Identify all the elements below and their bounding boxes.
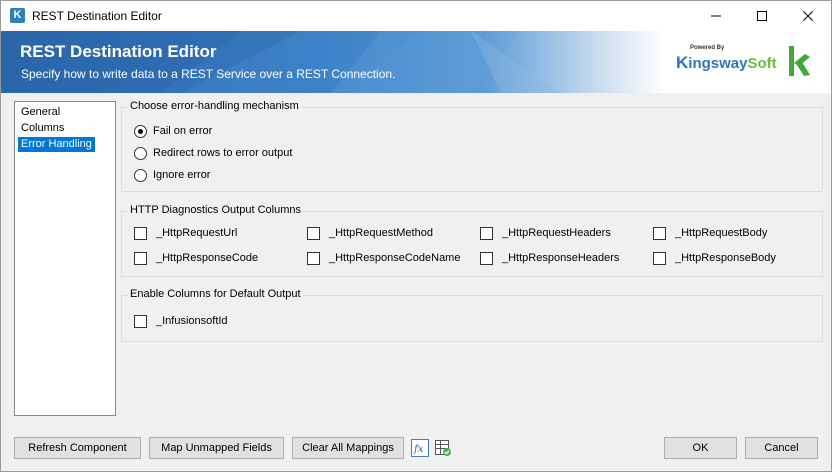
checkbox-label: _HttpResponseCode (156, 252, 259, 264)
checkbox[interactable] (134, 226, 147, 240)
cancel-button[interactable]: Cancel (745, 437, 818, 459)
checkbox[interactable] (653, 226, 666, 240)
radio-button-checked[interactable] (134, 124, 147, 138)
checkbox-label: _HttpResponseHeaders (502, 252, 620, 264)
minimize-icon (711, 15, 721, 17)
maximize-button[interactable] (739, 1, 785, 31)
radio-ignore-error[interactable]: Ignore error (134, 167, 210, 183)
ok-button[interactable]: OK (664, 437, 737, 459)
banner-title: REST Destination Editor (20, 42, 217, 61)
radio-redirect-rows[interactable]: Redirect rows to error output (134, 145, 292, 161)
kingswaysoft-k-icon (789, 46, 810, 76)
close-button[interactable] (785, 1, 831, 31)
banner-subtitle: Specify how to write data to a REST Serv… (21, 67, 396, 81)
variables-grid-icon[interactable] (434, 439, 452, 457)
error-handling-group-title: Choose error-handling mechanism (128, 100, 301, 112)
checkbox-label: _HttpRequestMethod (329, 227, 433, 239)
nav-item-columns[interactable]: Columns (18, 121, 67, 136)
radio-button[interactable] (134, 146, 147, 160)
checkbox-label: _HttpResponseCodeName (329, 252, 461, 264)
checkbox[interactable] (134, 251, 147, 265)
map-unmapped-fields-button[interactable]: Map Unmapped Fields (149, 437, 284, 459)
logo-powered-by: Powered By (690, 45, 725, 51)
checkbox-http-response-code[interactable]: _HttpResponseCode (134, 250, 258, 266)
checkbox-infusionsoft-id[interactable]: _InfusionsoftId (134, 313, 228, 329)
refresh-component-button[interactable]: Refresh Component (14, 437, 141, 459)
close-icon (803, 11, 813, 21)
checkbox-http-request-url[interactable]: _HttpRequestUrl (134, 225, 237, 241)
default-output-group-title: Enable Columns for Default Output (128, 288, 303, 300)
radio-label: Redirect rows to error output (153, 147, 293, 159)
header-banner: REST Destination Editor Specify how to w… (1, 31, 831, 93)
error-handling-group: Choose error-handling mechanism Fail on … (121, 100, 823, 192)
dialog-window: K REST Destination Editor REST Destinati… (0, 0, 832, 472)
http-diagnostics-group: HTTP Diagnostics Output Columns _HttpReq… (121, 204, 823, 277)
page-nav-list: General Columns Error Handling (14, 101, 116, 416)
maximize-icon (757, 11, 767, 21)
logo-wordmark: KingswaySoft (676, 53, 777, 72)
radio-button[interactable] (134, 168, 147, 182)
checkbox-label: _HttpRequestUrl (156, 227, 238, 239)
nav-item-error-handling[interactable]: Error Handling (18, 137, 95, 152)
checkbox-label: _InfusionsoftId (156, 315, 228, 327)
checkbox[interactable] (134, 314, 147, 328)
checkbox-http-request-body[interactable]: _HttpRequestBody (653, 225, 767, 241)
checkbox-label: _HttpResponseBody (675, 252, 776, 264)
checkbox[interactable] (653, 251, 666, 265)
kingswaysoft-app-icon: K (10, 8, 25, 23)
window-title: REST Destination Editor (32, 9, 162, 23)
checkbox-label: _HttpRequestHeaders (502, 227, 611, 239)
radio-fail-on-error[interactable]: Fail on error (134, 123, 212, 139)
radio-label: Ignore error (153, 169, 211, 181)
expression-fx-icon[interactable]: fx (411, 439, 429, 457)
checkbox-http-response-body[interactable]: _HttpResponseBody (653, 250, 776, 266)
checkbox-http-request-method[interactable]: _HttpRequestMethod (307, 225, 433, 241)
checkbox[interactable] (307, 226, 320, 240)
minimize-button[interactable] (693, 1, 739, 31)
checkbox[interactable] (480, 226, 493, 240)
svg-text:fx: fx (413, 444, 424, 455)
checkbox-label: _HttpRequestBody (675, 227, 768, 239)
checkbox[interactable] (307, 251, 320, 265)
checkbox-http-response-code-name[interactable]: _HttpResponseCodeName (307, 250, 460, 266)
default-output-group: Enable Columns for Default Output _Infus… (121, 288, 823, 342)
checkbox-http-response-headers[interactable]: _HttpResponseHeaders (480, 250, 619, 266)
checkbox-http-request-headers[interactable]: _HttpRequestHeaders (480, 225, 611, 241)
http-diagnostics-group-title: HTTP Diagnostics Output Columns (128, 204, 303, 216)
clear-all-mappings-button[interactable]: Clear All Mappings (292, 437, 404, 459)
nav-item-general[interactable]: General (18, 105, 63, 120)
title-bar[interactable]: K REST Destination Editor (1, 1, 831, 31)
checkbox[interactable] (480, 251, 493, 265)
radio-label: Fail on error (153, 125, 213, 137)
